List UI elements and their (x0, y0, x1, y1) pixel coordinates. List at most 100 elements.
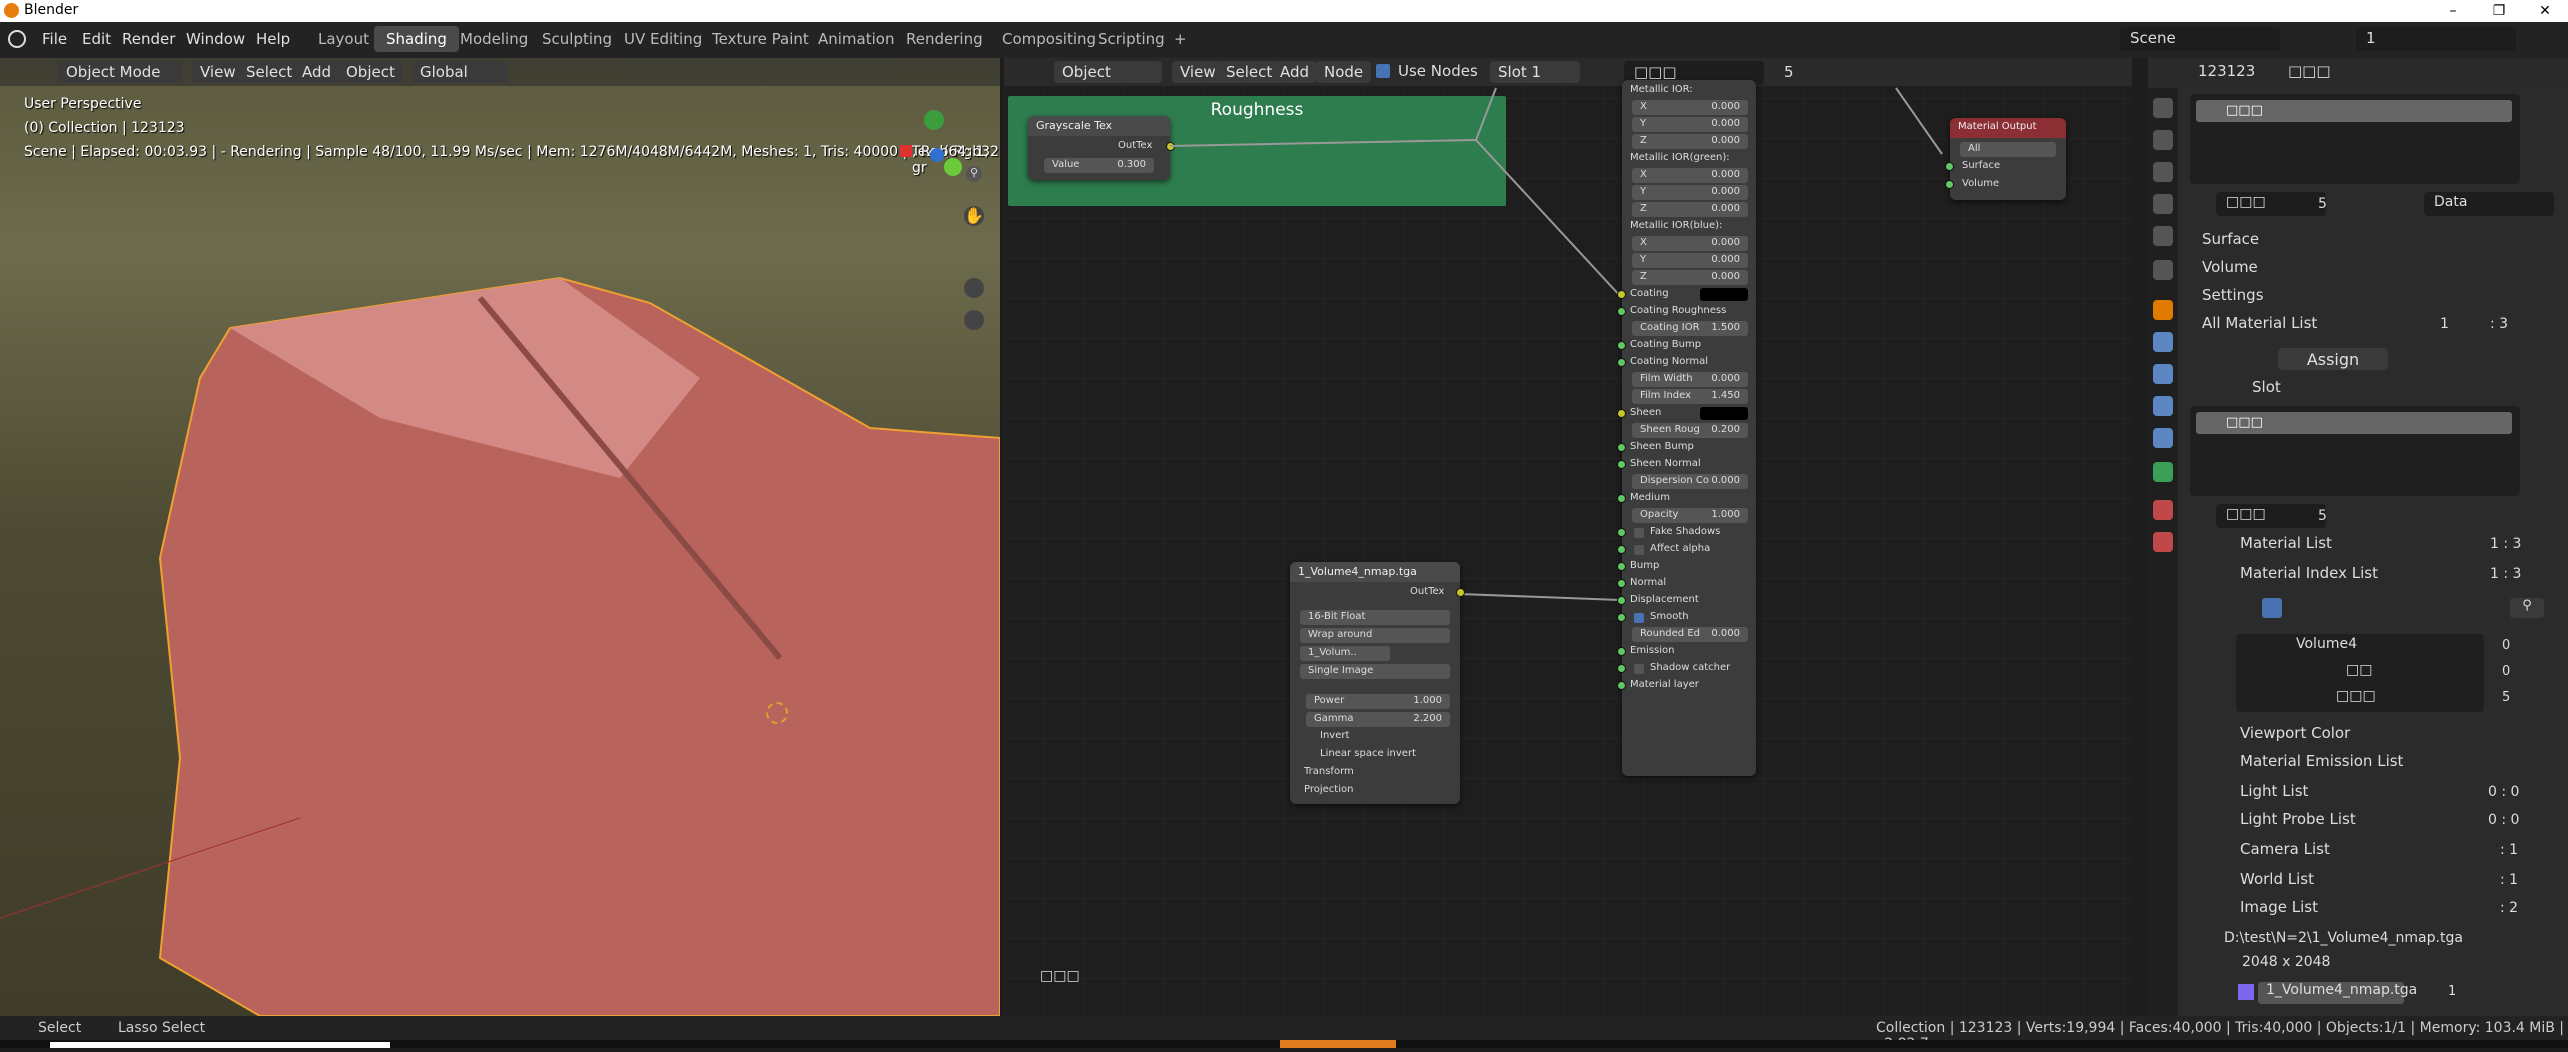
minimize-button[interactable]: – (2430, 0, 2476, 22)
tab-texture-paint[interactable]: Texture Paint (700, 26, 821, 52)
bsdf-row[interactable]: Film Width 0.000 (1622, 371, 1756, 388)
material-selector-2[interactable]: □□□ (2216, 504, 2326, 528)
checkbox[interactable] (1634, 613, 1644, 623)
scene-selector[interactable]: Scene (2120, 27, 2280, 51)
bsdf-row[interactable]: Coating Normal (1617, 354, 1756, 371)
bsdf-field[interactable]: Film Width 0.000 (1632, 372, 1748, 387)
viewport-color-header[interactable]: Viewport Color (2240, 724, 2350, 746)
tab-modeling[interactable]: Modeling (448, 26, 540, 52)
bsdf-field[interactable]: Z 0.000 (1632, 270, 1748, 285)
input-socket[interactable] (1617, 613, 1626, 622)
physics-tab-icon[interactable] (2153, 396, 2173, 416)
bsdf-row[interactable]: Dispersion Co 0.000 (1622, 473, 1756, 490)
input-socket[interactable] (1617, 290, 1626, 299)
tab-rendering[interactable]: Rendering (894, 26, 995, 52)
input-socket[interactable] (1617, 494, 1626, 503)
bsdf-row[interactable]: Sheen (1617, 405, 1756, 422)
bsdf-field[interactable]: Z 0.000 (1632, 134, 1748, 149)
bsdf-field[interactable]: Dispersion Co 0.000 (1632, 474, 1748, 489)
bsdf-field[interactable]: Rounded Ed 0.000 (1632, 627, 1748, 642)
light-list-header[interactable]: Light List (2240, 782, 2308, 804)
taskbar-item[interactable] (50, 1042, 390, 1048)
slot-list[interactable]: □□□ (2190, 406, 2520, 496)
surface-socket[interactable] (1945, 162, 1954, 171)
bsdf-field[interactable]: X 0.000 (1632, 168, 1748, 183)
bsdf-row[interactable]: Coating Bump (1617, 337, 1756, 354)
bsdf-row[interactable]: Displacement (1617, 592, 1756, 609)
bsdf-row[interactable]: Medium (1617, 490, 1756, 507)
shader-node-editor[interactable]: Object View Select Add Node Use Nodes Sl… (1004, 58, 2132, 1016)
output-socket[interactable] (1456, 588, 1465, 597)
slot-panel-header[interactable]: Slot (2252, 378, 2281, 400)
bsdf-row[interactable]: Sheen Roug 0.200 (1622, 422, 1756, 439)
input-socket[interactable] (1617, 562, 1626, 571)
input-socket[interactable] (1617, 681, 1626, 690)
bsdf-row[interactable]: X 0.000 (1622, 99, 1756, 116)
material-slot-list[interactable]: □□□ (2190, 94, 2520, 184)
bsdf-field[interactable]: Z 0.000 (1632, 202, 1748, 217)
material-tab-icon[interactable] (2153, 500, 2173, 520)
volume-panel-header[interactable]: Volume (2202, 258, 2258, 280)
bsdf-row[interactable]: Z 0.000 (1622, 133, 1756, 150)
source-dropdown[interactable]: Single Image (1300, 664, 1450, 679)
bsdf-row[interactable]: Emission (1617, 643, 1756, 660)
bsdf-row[interactable]: Y 0.000 (1622, 252, 1756, 269)
wrap-dropdown[interactable]: Wrap around (1300, 628, 1450, 643)
bsdf-row[interactable]: X 0.000 (1622, 235, 1756, 252)
bsdf-row[interactable]: Y 0.000 (1622, 184, 1756, 201)
world-list-header[interactable]: World List (2240, 870, 2314, 892)
image-name-field[interactable]: 1_Volume4_nmap.tga (2258, 982, 2417, 1004)
bsdf-field[interactable]: Y 0.000 (1632, 117, 1748, 132)
material-emission-list-header[interactable]: Material Emission List (2240, 752, 2403, 774)
bsdf-field[interactable]: Sheen Roug 0.200 (1632, 423, 1748, 438)
color-swatch[interactable] (1700, 407, 1748, 420)
bsdf-row[interactable]: Z 0.000 (1622, 269, 1756, 286)
scene-tab-icon[interactable] (2153, 226, 2173, 246)
bsdf-node[interactable]: Metallic IOR: X 0.000 Y 0.000 Z 0.000 Metallic … (1617, 80, 1756, 776)
bsdf-field[interactable]: Film Index 1.450 (1632, 389, 1748, 404)
particles-tab-icon[interactable] (2153, 364, 2173, 384)
assign-button[interactable]: Assign (2278, 348, 2388, 370)
viewport-menu-view[interactable]: View (192, 61, 244, 83)
menu-window[interactable]: Window (186, 30, 245, 48)
index-row-name[interactable]: □□□ (2336, 688, 2376, 704)
format-dropdown[interactable]: 16-Bit Float (1300, 610, 1450, 625)
input-socket[interactable] (1617, 409, 1626, 418)
mode-dropdown[interactable]: Object Mode (58, 61, 182, 83)
bsdf-field[interactable]: Coating IOR 1.500 (1632, 321, 1748, 336)
constraints-tab-icon[interactable] (2153, 428, 2173, 448)
settings-panel-header[interactable]: Settings (2202, 286, 2264, 308)
close-button[interactable]: ✕ (2522, 0, 2568, 22)
bsdf-field[interactable]: X 0.000 (1632, 100, 1748, 115)
viewport-menu-object[interactable]: Object (338, 61, 403, 83)
transform-orientation-dropdown[interactable]: Global (412, 61, 508, 83)
invert-checkbox[interactable]: Invert (1320, 730, 1349, 741)
checkbox[interactable] (1634, 664, 1644, 674)
input-socket[interactable] (1617, 528, 1626, 537)
bsdf-field[interactable]: Y 0.000 (1632, 253, 1748, 268)
bsdf-row[interactable]: Material layer (1617, 677, 1756, 694)
zoom-icon[interactable]: ⚲ (966, 166, 982, 182)
bsdf-row[interactable]: Sheen Bump (1617, 439, 1756, 456)
camera-view-icon[interactable] (964, 278, 984, 298)
bsdf-row[interactable]: Shadow catcher (1617, 660, 1756, 677)
surface-panel-header[interactable]: Surface (2202, 230, 2259, 252)
3d-viewport[interactable]: Object Mode View Select Add Object Globa… (0, 58, 1000, 1016)
camera-list-header[interactable]: Camera List (2240, 840, 2330, 862)
input-socket[interactable] (1617, 358, 1626, 367)
maximize-button[interactable]: ❐ (2476, 0, 2522, 22)
pan-hand-icon[interactable]: ✋ (964, 206, 984, 226)
bsdf-row[interactable]: Smooth (1617, 609, 1756, 626)
material-selector[interactable]: □□□ (2216, 192, 2326, 216)
ortho-toggle-icon[interactable] (964, 310, 984, 330)
bsdf-row[interactable]: Film Index 1.450 (1622, 388, 1756, 405)
tab-layout[interactable]: Layout (306, 26, 381, 52)
input-socket[interactable] (1617, 596, 1626, 605)
input-socket[interactable] (1617, 341, 1626, 350)
tab-uv-editing[interactable]: UV Editing (612, 26, 714, 52)
blender-menu-icon[interactable] (8, 30, 26, 48)
bsdf-row[interactable]: Rounded Ed 0.000 (1622, 626, 1756, 643)
bsdf-row[interactable]: Opacity 1.000 (1622, 507, 1756, 524)
output-tab-icon[interactable] (2153, 162, 2173, 182)
light-probe-list-header[interactable]: Light Probe List (2240, 810, 2356, 832)
